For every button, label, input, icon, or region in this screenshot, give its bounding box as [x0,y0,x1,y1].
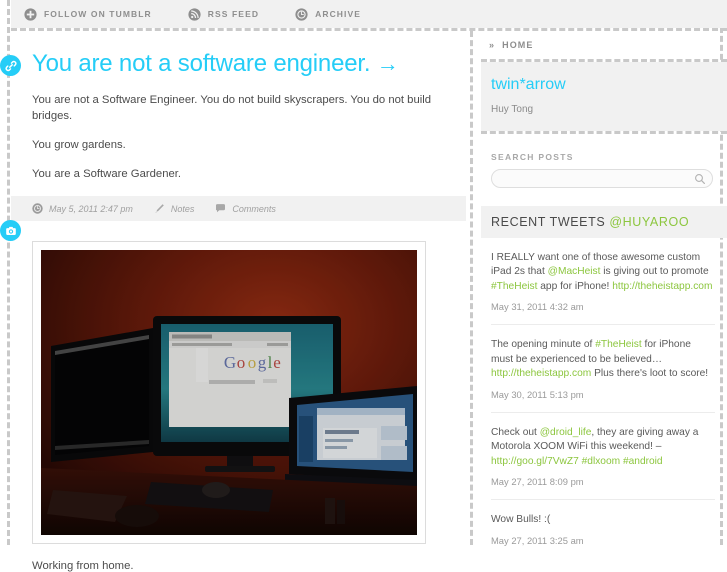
sidebar: » HOME twin*arrow Huy Tong SEARCH POSTS … [481,31,727,546]
post-photo[interactable]: G o o g l e [41,250,417,536]
speech-bubble-icon [215,203,226,214]
post-paragraph: You grow gardens. [32,138,126,151]
tweet-text: Check out @droid_life, they are giving a… [491,426,715,469]
blog-header: twin*arrow Huy Tong [481,62,727,131]
recent-tweets-title: RECENT TWEETS [491,215,606,229]
link-icon [4,60,17,71]
external-arrow-icon: → [376,51,399,76]
nav-label: RSS FEED [207,9,260,19]
tweet-link[interactable]: http://theheistapp.com [612,281,712,292]
sidebar-item-home[interactable]: » HOME [481,31,727,59]
tweet-item: Check out @droid_life, they are giving a… [491,413,715,501]
post-body: You are not a Software Engineer. You do … [32,93,448,182]
nav-rss-feed[interactable]: RSS FEED [188,7,260,21]
tweet-timestamp: May 27, 2011 8:09 pm [491,476,584,488]
post-title-text: You are not a software engineer. [32,50,371,77]
tweet-link[interactable]: http://theheistapp.com [491,368,591,379]
tweet-link[interactable]: @droid_life [540,427,592,438]
post-meta-bar: May 5, 2011 2:47 pm Notes Comments [11,196,466,222]
photo-post-frame[interactable]: G o o g l e [32,241,426,545]
post-notes-label: Notes [170,203,195,214]
tweet-list: I REALLY want one of those awesome custo… [481,238,727,558]
search-block: SEARCH POSTS [481,134,727,189]
post-notes-link[interactable]: Notes [154,203,195,214]
nav-follow-on-tumblr[interactable]: FOLLOW ON TUMBLR [24,7,152,21]
tweet-link[interactable]: @MacHeist [548,266,601,277]
page-root: FOLLOW ON TUMBLR RSS FEED ARCHIVE You ar… [0,0,727,572]
tweet-text: The opening minute of #TheHeist for iPho… [491,338,715,381]
search-icon [695,174,705,184]
link-post-badge[interactable] [0,55,21,76]
left-dashed-rail [7,0,10,545]
tweet-link[interactable]: #TheHeist [595,339,641,350]
tweet-timestamp: May 31, 2011 4:32 am [491,301,584,313]
nav-label: ARCHIVE [315,9,362,19]
post-date: May 5, 2011 2:47 pm [32,203,133,215]
tweet-text-run: Wow Bulls! :( [491,514,551,526]
camera-icon [5,226,16,235]
nav-label: FOLLOW ON TUMBLR [44,9,152,19]
tweet-item: Wow Bulls! :( May 27, 2011 3:25 am [491,500,715,557]
tweet-link[interactable]: #TheHeist [491,281,537,292]
recent-tweets-header: RECENT TWEETS @HUYAROO [481,206,727,238]
rss-icon [188,7,201,21]
tweet-text-run: Check out [491,426,540,438]
post-date-text: May 5, 2011 2:47 pm [49,203,133,214]
tweet-text-run: The opening minute of [491,339,596,351]
main-content-column: You are not a software engineer. → You a… [11,31,466,572]
clock-icon [32,203,43,215]
pencil-icon [154,203,165,214]
photo-artwork: G o o g l e [41,250,417,536]
nav-archive[interactable]: ARCHIVE [295,7,362,21]
post-paragraph: You are not a Software Engineer. You do … [32,94,432,122]
post-comments-label: Comments [232,203,276,214]
blog-title[interactable]: twin*arrow [491,76,717,94]
tweet-item: I REALLY want one of those awesome custo… [491,238,715,326]
archive-clock-icon [295,7,308,21]
tweet-text-run: app for iPhone! [537,280,613,292]
post-comments-link[interactable]: Comments [215,203,276,214]
tweet-text: I REALLY want one of those awesome custo… [491,251,715,294]
blog-author: Huy Tong [491,104,534,115]
tweet-text-run: is giving out to promote [600,266,709,278]
search-field[interactable] [491,169,713,189]
tweet-text-run: Plus there's loot to score! [591,368,709,380]
tweet-text: Wow Bulls! :( [491,513,715,527]
tweet-timestamp: May 30, 2011 5:13 pm [491,388,584,400]
plus-circle-icon [24,7,37,21]
sidebar-item-label: HOME [502,40,534,50]
column-divider [470,31,473,545]
search-button[interactable] [694,173,706,185]
tweet-item: The opening minute of #TheHeist for iPho… [491,325,715,413]
tweet-timestamp: May 27, 2011 3:25 am [491,534,584,546]
search-label: SEARCH POSTS [491,152,574,162]
twitter-handle[interactable]: @HUYAROO [609,215,689,229]
photo-caption: Working from home. [32,560,134,572]
chevron-right-icon: » [489,40,496,50]
search-input[interactable] [492,171,712,189]
post-paragraph: You are a Software Gardener. [32,168,182,181]
top-navigation-bar: FOLLOW ON TUMBLR RSS FEED ARCHIVE [11,0,727,28]
photo-post-badge[interactable] [0,220,21,241]
tweet-link[interactable]: http://goo.gl/7VwZ7 #dlxoom #android [491,456,663,467]
page-title[interactable]: You are not a software engineer. → [32,31,448,93]
